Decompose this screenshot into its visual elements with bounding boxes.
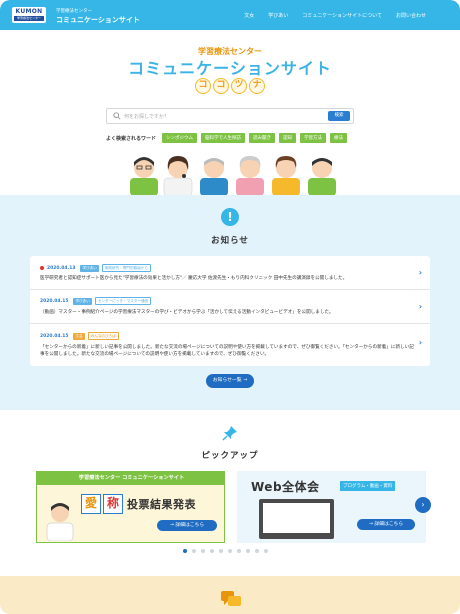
monitor-icon bbox=[259, 499, 334, 539]
tagline-char: コ bbox=[213, 78, 229, 94]
person-illustration bbox=[200, 158, 228, 196]
carousel-dot[interactable] bbox=[264, 549, 268, 553]
top-header: KUMON 学習療法センター 学習療法センター コミュニケーションサイト 文女 … bbox=[0, 0, 460, 30]
keyword-tag[interactable]: 脳科学で人生探訪 bbox=[201, 133, 246, 143]
keyword-tag[interactable]: 読み聞き bbox=[249, 133, 276, 143]
news-text: （動画）マスター・事例紹介ページの学習療法マスターの学び・ビデオから学ぶ「活かし… bbox=[40, 310, 334, 315]
search-icon bbox=[113, 112, 121, 120]
banner-body bbox=[37, 485, 224, 542]
keywords-label: よく検索されるワード bbox=[106, 135, 157, 142]
tagline-badges: コ コ ツ ナ bbox=[195, 78, 265, 94]
news-more-button[interactable]: お知らせ一覧 → bbox=[206, 374, 254, 388]
news-tag: 学びあい bbox=[80, 264, 99, 272]
nav-item-home[interactable]: 文女 bbox=[244, 12, 254, 19]
kumon-logo[interactable]: KUMON 学習療法センター bbox=[12, 7, 46, 23]
news-meta: 2020.04.13 学びあい 実践研究・専門的取組から bbox=[40, 264, 151, 272]
carousel-dot[interactable] bbox=[246, 549, 250, 553]
exclamation-icon: ! bbox=[221, 208, 239, 226]
page: KUMON 学習療法センター 学習療法センター コミュニケーションサイト 文女 … bbox=[0, 0, 460, 614]
nickname-char: 愛 bbox=[81, 494, 101, 514]
detail-button[interactable]: → 詳細はこちら bbox=[157, 520, 217, 531]
tagline-char: ツ bbox=[231, 78, 247, 94]
carousel-dot[interactable] bbox=[255, 549, 259, 553]
news-meta: 2020.04.15 文芸 みんなのひろば bbox=[40, 332, 119, 340]
person-illustration bbox=[46, 503, 74, 541]
chat-bubbles-icon bbox=[221, 591, 241, 606]
news-text: 医学研究者と認知症サポート医から見た"学習療法の効果と活かし方"／ 慶応大学 佐… bbox=[40, 276, 348, 281]
person-illustration bbox=[272, 156, 300, 196]
news-tag: 学びあい bbox=[73, 297, 92, 305]
keyword-tag[interactable]: シンポジウム bbox=[162, 133, 198, 143]
keyword-tag[interactable]: 認知 bbox=[279, 133, 297, 143]
banner-tag: プログラム・動画・資料 bbox=[340, 481, 396, 491]
pickup-banner-web-meeting[interactable]: Web全体会 プログラム・動画・資料 → 詳細はこちら bbox=[237, 471, 426, 543]
banner-title: Web全体会 bbox=[251, 480, 320, 494]
news-tag: センターにっき・マスター通信 bbox=[94, 297, 152, 305]
banner-headline: 投票結果発表 bbox=[127, 498, 196, 511]
news-tag: みんなのひろば bbox=[87, 332, 119, 340]
news-date: 2020.04.15 bbox=[40, 298, 69, 304]
news-list: 2020.04.13 学びあい 実践研究・専門的取組から 医学研究者と認知症サポ… bbox=[30, 256, 430, 366]
news-date: 2020.04.15 bbox=[40, 333, 69, 339]
nav-item-manabiai[interactable]: 学びあい bbox=[268, 12, 288, 19]
person-illustration bbox=[130, 157, 158, 196]
news-item[interactable]: 2020.04.13 学びあい 実践研究・専門的取組から 医学研究者と認知症サポ… bbox=[30, 256, 430, 290]
nav-item-contact[interactable]: お問い合わせ bbox=[396, 12, 426, 19]
main-nav: 文女 学びあい コミュニケーションサイトについて お問い合わせ bbox=[244, 12, 426, 19]
logo-subtext: 学習療法センター bbox=[14, 16, 44, 21]
carousel-dot[interactable] bbox=[201, 549, 205, 553]
hero-title: コミュニケーションサイト bbox=[128, 59, 332, 78]
monitor-screen bbox=[263, 503, 330, 533]
chevron-right-icon: › bbox=[418, 338, 422, 347]
search-input[interactable]: 何をお探しですか？ bbox=[124, 113, 169, 120]
keyword-tag[interactable]: 学習方法 bbox=[300, 133, 327, 143]
news-date: 2020.04.13 bbox=[47, 265, 76, 271]
carousel-dot[interactable] bbox=[210, 549, 214, 553]
logo-text: KUMON bbox=[15, 8, 43, 15]
news-heading: お知らせ bbox=[211, 236, 249, 246]
carousel-next-button[interactable]: › bbox=[415, 497, 431, 513]
nav-item-about[interactable]: コミュニケーションサイトについて bbox=[302, 12, 382, 19]
popular-keywords: よく検索されるワード シンポジウム 脳科学で人生探訪 読み聞き 認知 学習方法 … bbox=[106, 133, 348, 143]
pickup-banner-vote[interactable]: 学習療法センター コミュニケーションサイト 愛 称 投票結果発表 → 詳細はこち… bbox=[36, 471, 225, 543]
nickname-chars: 愛 称 bbox=[81, 494, 123, 514]
site-subtitle: 学習療法センター bbox=[56, 9, 92, 14]
tagline-char: コ bbox=[195, 78, 211, 94]
banner-header: 学習療法センター コミュニケーションサイト bbox=[37, 472, 224, 485]
news-tag: 文芸 bbox=[73, 332, 85, 340]
person-illustration bbox=[163, 156, 193, 196]
pickup-heading: ピックアップ bbox=[201, 451, 259, 461]
people-illustration bbox=[130, 156, 336, 196]
tagline-char: ナ bbox=[249, 78, 265, 94]
news-item[interactable]: 2020.04.15 学びあい センターにっき・マスター通信 （動画）マスター・… bbox=[30, 290, 430, 324]
new-indicator-icon bbox=[40, 266, 44, 270]
pushpin-icon bbox=[222, 426, 237, 441]
carousel-dot[interactable] bbox=[228, 549, 232, 553]
carousel-dot[interactable] bbox=[192, 549, 196, 553]
news-meta: 2020.04.15 学びあい センターにっき・マスター通信 bbox=[40, 297, 152, 305]
news-text: 「センターからの新着」に新しい記事を公開しました。新たな交流の場ページについての… bbox=[40, 345, 414, 357]
nickname-char: 称 bbox=[103, 494, 123, 514]
detail-button[interactable]: → 詳細はこちら bbox=[357, 519, 415, 530]
carousel-dot[interactable] bbox=[183, 549, 187, 553]
carousel-dot[interactable] bbox=[219, 549, 223, 553]
person-illustration bbox=[308, 158, 336, 196]
carousel-dots bbox=[183, 549, 268, 553]
search-box[interactable]: 何をお探しですか？ 検索 bbox=[106, 108, 354, 124]
search-button[interactable]: 検索 bbox=[328, 111, 350, 121]
site-name[interactable]: コミュニケーションサイト bbox=[56, 15, 140, 25]
chevron-right-icon: › bbox=[418, 302, 422, 311]
carousel-dot[interactable] bbox=[237, 549, 241, 553]
chevron-right-icon: › bbox=[418, 268, 422, 277]
keyword-tag[interactable]: 療法 bbox=[330, 133, 348, 143]
person-illustration bbox=[236, 156, 264, 196]
news-item[interactable]: 2020.04.15 文芸 みんなのひろば 「センターからの新着」に新しい記事を… bbox=[30, 324, 430, 366]
news-tag: 実践研究・専門的取組から bbox=[101, 264, 151, 272]
